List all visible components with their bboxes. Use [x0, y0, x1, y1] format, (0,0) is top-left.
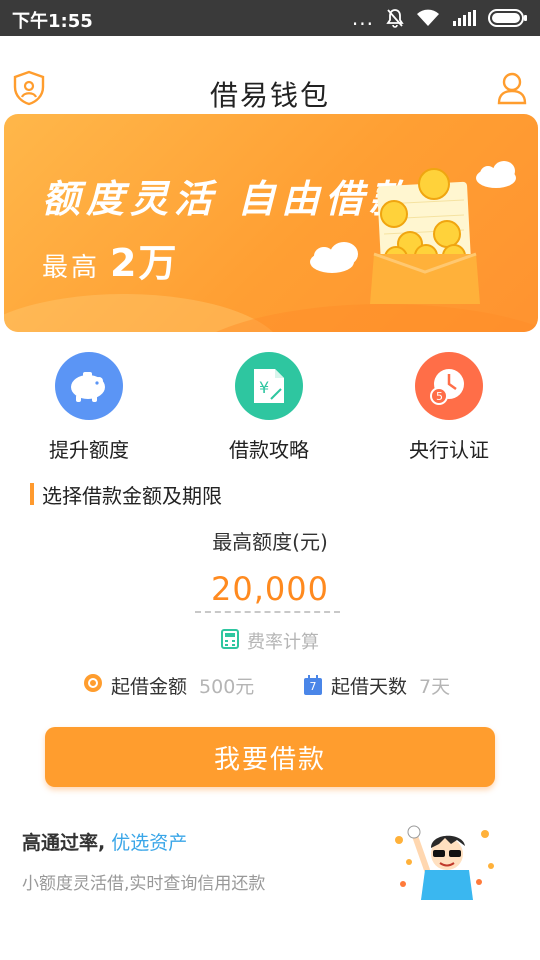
- status-time: 下午1:55: [12, 11, 93, 32]
- amount-underline: [195, 611, 340, 613]
- loan-amount-value[interactable]: 20,000: [195, 570, 345, 608]
- feature-bank-certification[interactable]: 5 央行认证: [369, 352, 529, 463]
- section-accent-bar: [30, 483, 34, 505]
- wifi-icon: [416, 9, 440, 27]
- coin-icon: [83, 673, 103, 698]
- status-bar: 下午1:55 ...: [0, 0, 540, 36]
- section-header: 选择借款金额及期限: [30, 482, 222, 508]
- apply-loan-button[interactable]: 我要借款: [45, 727, 495, 787]
- min-amount-label: 起借金额: [111, 676, 188, 698]
- feature-raise-limit[interactable]: 提升额度: [9, 352, 169, 463]
- more-dots-icon: ...: [351, 6, 374, 30]
- cloud-icon: [476, 161, 516, 188]
- calendar-day: 7: [309, 680, 317, 693]
- loan-limits: 起借金额 500元 7 起借天数 7天: [0, 672, 540, 700]
- cloud-icon: [310, 242, 358, 273]
- app-header: 借易钱包: [0, 64, 540, 112]
- section-title: 选择借款金额及期限: [42, 483, 222, 508]
- rate-calculator-link[interactable]: 费率计算: [0, 628, 540, 654]
- piggy-bank-icon: [55, 352, 123, 420]
- page-title: 借易钱包: [209, 79, 330, 112]
- min-days-value: 7天: [419, 676, 451, 698]
- min-days-label: 起借天数: [331, 676, 408, 698]
- promo-footer[interactable]: 高通过率, 优选资产 小额度灵活借,实时查询信用还款: [22, 825, 522, 908]
- status-icons: ...: [352, 8, 528, 28]
- money-document-icon: ¥: [235, 352, 303, 420]
- min-days-info: 7 起借天数 7天: [303, 672, 450, 699]
- banner-sub-value: 2万: [110, 241, 179, 285]
- user-icon[interactable]: [496, 70, 528, 106]
- promo-title-text: 高通过率,: [22, 832, 106, 854]
- banner-subline: 最高 2万: [42, 232, 178, 287]
- min-amount-value: 500元: [199, 676, 255, 698]
- min-amount-info: 起借金额 500元: [83, 672, 254, 699]
- svg-text:5: 5: [436, 390, 443, 403]
- rate-calculator-label: 费率计算: [247, 632, 319, 653]
- feature-label: 借款攻略: [229, 438, 309, 462]
- banner-sub-label: 最高: [42, 253, 101, 283]
- promo-highlight: 优选资产: [111, 832, 188, 854]
- mute-bell-icon: [386, 8, 404, 28]
- calendar-icon: 7: [303, 675, 323, 696]
- signal-icon: [452, 10, 476, 26]
- mascot-illustration: [395, 825, 494, 900]
- feature-label: 提升额度: [49, 438, 129, 462]
- clock-badge-icon: 5: [415, 352, 483, 420]
- battery-icon: [488, 9, 528, 27]
- feature-label: 央行认证: [409, 438, 489, 462]
- calculator-icon: [221, 628, 239, 654]
- max-amount-label: 最高额度(元): [212, 530, 328, 554]
- wallet-coins-illustration: [310, 161, 516, 304]
- promo-banner[interactable]: 额度灵活 自由借款 最高 2万: [4, 114, 538, 332]
- feature-shortcuts: 提升额度 ¥ 借款攻略 5 央行认证: [0, 352, 540, 462]
- feature-loan-guide[interactable]: ¥ 借款攻略: [189, 352, 349, 463]
- svg-text:¥: ¥: [259, 378, 269, 397]
